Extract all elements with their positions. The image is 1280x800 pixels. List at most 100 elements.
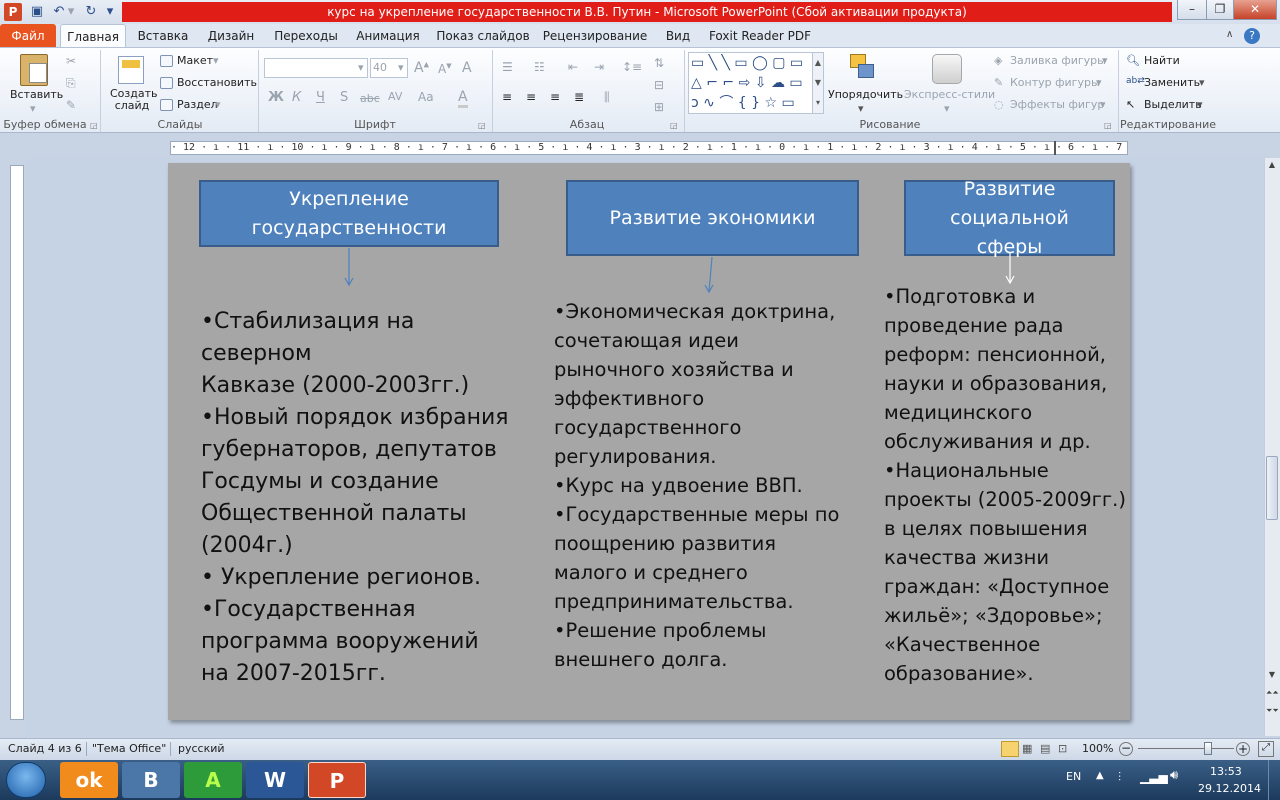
minimize-ribbon-icon[interactable]: ∧	[1226, 29, 1240, 43]
bold-icon[interactable]: Ж	[268, 90, 284, 105]
header-box-statehood[interactable]: Укрепление государственности	[199, 180, 499, 247]
underline-icon[interactable]: Ч	[316, 90, 325, 105]
slideshow-icon[interactable]: ⊡	[1058, 742, 1067, 755]
grow-font-icon[interactable]: A▲	[414, 60, 429, 76]
bullet-list-economy[interactable]: •Экономическая доктрина, сочетающая идеи…	[554, 297, 839, 674]
font-size-dropdown-icon[interactable]: ▾	[398, 61, 404, 74]
shape-fill-dropdown-icon[interactable]: ▾	[1102, 54, 1108, 67]
italic-icon[interactable]: К	[292, 90, 301, 105]
shape-outline-button[interactable]: Контур фигуры	[1010, 76, 1100, 89]
zoom-slider-track[interactable]	[1138, 748, 1234, 749]
replace-icon[interactable]: ab⇄	[1126, 76, 1145, 86]
help-icon[interactable]: ?	[1244, 28, 1260, 44]
undo-dropdown-icon[interactable]: ▾	[66, 3, 76, 21]
tab-foxit[interactable]: Foxit Reader PDF	[708, 24, 812, 48]
language-bar[interactable]: EN	[1066, 770, 1081, 783]
signal-icon[interactable]: ▁▃▅	[1140, 770, 1168, 784]
decrease-indent-icon[interactable]: ⇤	[568, 60, 578, 74]
start-button-icon[interactable]	[6, 762, 46, 798]
arrange-icon[interactable]	[848, 52, 878, 86]
show-hidden-icons[interactable]: ▲	[1096, 770, 1104, 781]
zoom-level[interactable]: 100%	[1082, 738, 1113, 760]
quick-styles-icon[interactable]	[932, 54, 962, 84]
app-logo-icon[interactable]: P	[4, 3, 22, 21]
section-button[interactable]: Раздел	[177, 98, 218, 111]
arrange-button[interactable]: Упорядочить	[828, 88, 903, 101]
select-icon[interactable]: ↖	[1126, 98, 1135, 111]
font-name-input[interactable]	[264, 58, 368, 78]
layout-button[interactable]: Макет	[177, 54, 213, 67]
powerpoint-icon[interactable]: P	[308, 762, 366, 798]
dialog-launcher-icon[interactable]: ◲	[670, 121, 678, 130]
zoom-slider-thumb[interactable]	[1204, 742, 1212, 755]
tab-design[interactable]: Дизайн	[200, 24, 262, 48]
char-spacing-icon[interactable]: AV	[388, 90, 402, 103]
new-slide-button[interactable]: Создать слайд	[110, 88, 158, 112]
ruler-marker[interactable]	[1054, 141, 1056, 155]
replace-dropdown-icon[interactable]: ▾	[1199, 76, 1205, 89]
scroll-thumb[interactable]	[1266, 456, 1278, 520]
dialog-launcher-icon[interactable]: ◲	[478, 121, 486, 130]
zoom-in-icon[interactable]: +	[1236, 742, 1250, 756]
select-button[interactable]: Выделить	[1144, 98, 1202, 111]
arrange-dropdown-icon[interactable]: ▾	[858, 102, 864, 115]
volume-icon[interactable]: 🔊︎	[1170, 768, 1178, 783]
shape-fill-button[interactable]: Заливка фигуры	[1010, 54, 1106, 67]
fit-to-window-icon[interactable]: ⤢	[1258, 741, 1274, 757]
font-color-icon[interactable]: A	[458, 89, 468, 108]
font-name-dropdown-icon[interactable]: ▾	[358, 61, 364, 74]
increase-indent-icon[interactable]: ⇥	[594, 60, 604, 74]
numbering-icon[interactable]: ☷	[534, 60, 545, 74]
bullet-list-social[interactable]: •Подготовка и проведение рада реформ: пе…	[884, 282, 1126, 688]
new-slide-icon[interactable]	[118, 56, 144, 84]
shape-outline-icon[interactable]: ✎	[994, 76, 1003, 89]
clock-date[interactable]: 29.12.2014	[1198, 782, 1261, 795]
language-indicator[interactable]: русский	[178, 738, 225, 760]
shape-effects-icon[interactable]: ◌	[994, 98, 1004, 111]
section-dropdown-icon[interactable]: ▾	[215, 98, 221, 111]
shape-fill-icon[interactable]: ◈	[994, 54, 1002, 67]
dialog-launcher-icon[interactable]: ◲	[1104, 121, 1112, 130]
tab-slideshow[interactable]: Показ слайдов	[434, 24, 532, 48]
format-painter-icon[interactable]: ✎	[66, 98, 76, 112]
paste-dropdown-icon[interactable]: ▾	[30, 102, 36, 115]
tab-home[interactable]: Главная	[60, 24, 126, 48]
header-box-economy[interactable]: Развитие экономики	[566, 180, 859, 256]
change-case-icon[interactable]: Aa	[418, 90, 434, 104]
vertical-ruler[interactable]	[10, 165, 24, 720]
section-icon[interactable]	[160, 99, 173, 111]
save-icon[interactable]: ▣	[28, 3, 46, 21]
reset-button[interactable]: Восстановить	[177, 76, 257, 89]
previous-slide-icon[interactable]: ⏶⏶	[1266, 688, 1279, 702]
shapes-scroll-icon[interactable]: ▲ ▼ ▾	[812, 52, 824, 114]
tab-animation[interactable]: Анимация	[350, 24, 426, 48]
tab-transitions[interactable]: Переходы	[270, 24, 342, 48]
scroll-down-icon[interactable]: ▼	[1266, 670, 1278, 684]
slide-sorter-icon[interactable]: ▦	[1022, 742, 1032, 755]
find-button[interactable]: Найти	[1144, 54, 1180, 67]
quick-styles-dropdown-icon[interactable]: ▾	[944, 102, 950, 115]
reset-icon[interactable]	[160, 77, 173, 89]
replace-button[interactable]: Заменить	[1144, 76, 1200, 89]
next-slide-icon[interactable]: ⏷⏷	[1266, 706, 1279, 720]
odnoklassniki-icon[interactable]: ok	[60, 762, 118, 798]
layout-dropdown-icon[interactable]: ▾	[213, 54, 219, 67]
normal-view-icon[interactable]	[1001, 741, 1019, 757]
minimize-button[interactable]: –	[1177, 0, 1207, 20]
find-icon[interactable]: 🔍︎	[1126, 54, 1140, 67]
copy-icon[interactable]: ⎘	[66, 76, 76, 91]
text-direction-icon[interactable]: ⇅	[654, 56, 664, 70]
paste-button[interactable]: Вставить	[10, 88, 63, 101]
bullet-list-statehood[interactable]: •Стабилизация на северном Кавказе (2000-…	[201, 306, 509, 690]
tab-insert[interactable]: Вставка	[132, 24, 194, 48]
align-right-icon[interactable]: ≡	[550, 90, 560, 104]
word-icon[interactable]: W	[246, 762, 304, 798]
clock-time[interactable]: 13:53	[1210, 765, 1242, 778]
justify-icon[interactable]: ≣	[574, 90, 584, 104]
tab-view[interactable]: Вид	[658, 24, 698, 48]
columns-icon[interactable]: ⫼	[604, 90, 610, 105]
line-spacing-icon[interactable]: ↕≡	[622, 60, 642, 74]
shape-effects-dropdown-icon[interactable]: ▾	[1100, 98, 1106, 111]
smartart-icon[interactable]: ⊞	[654, 100, 664, 114]
network-icon[interactable]: ⫶	[1118, 770, 1121, 785]
